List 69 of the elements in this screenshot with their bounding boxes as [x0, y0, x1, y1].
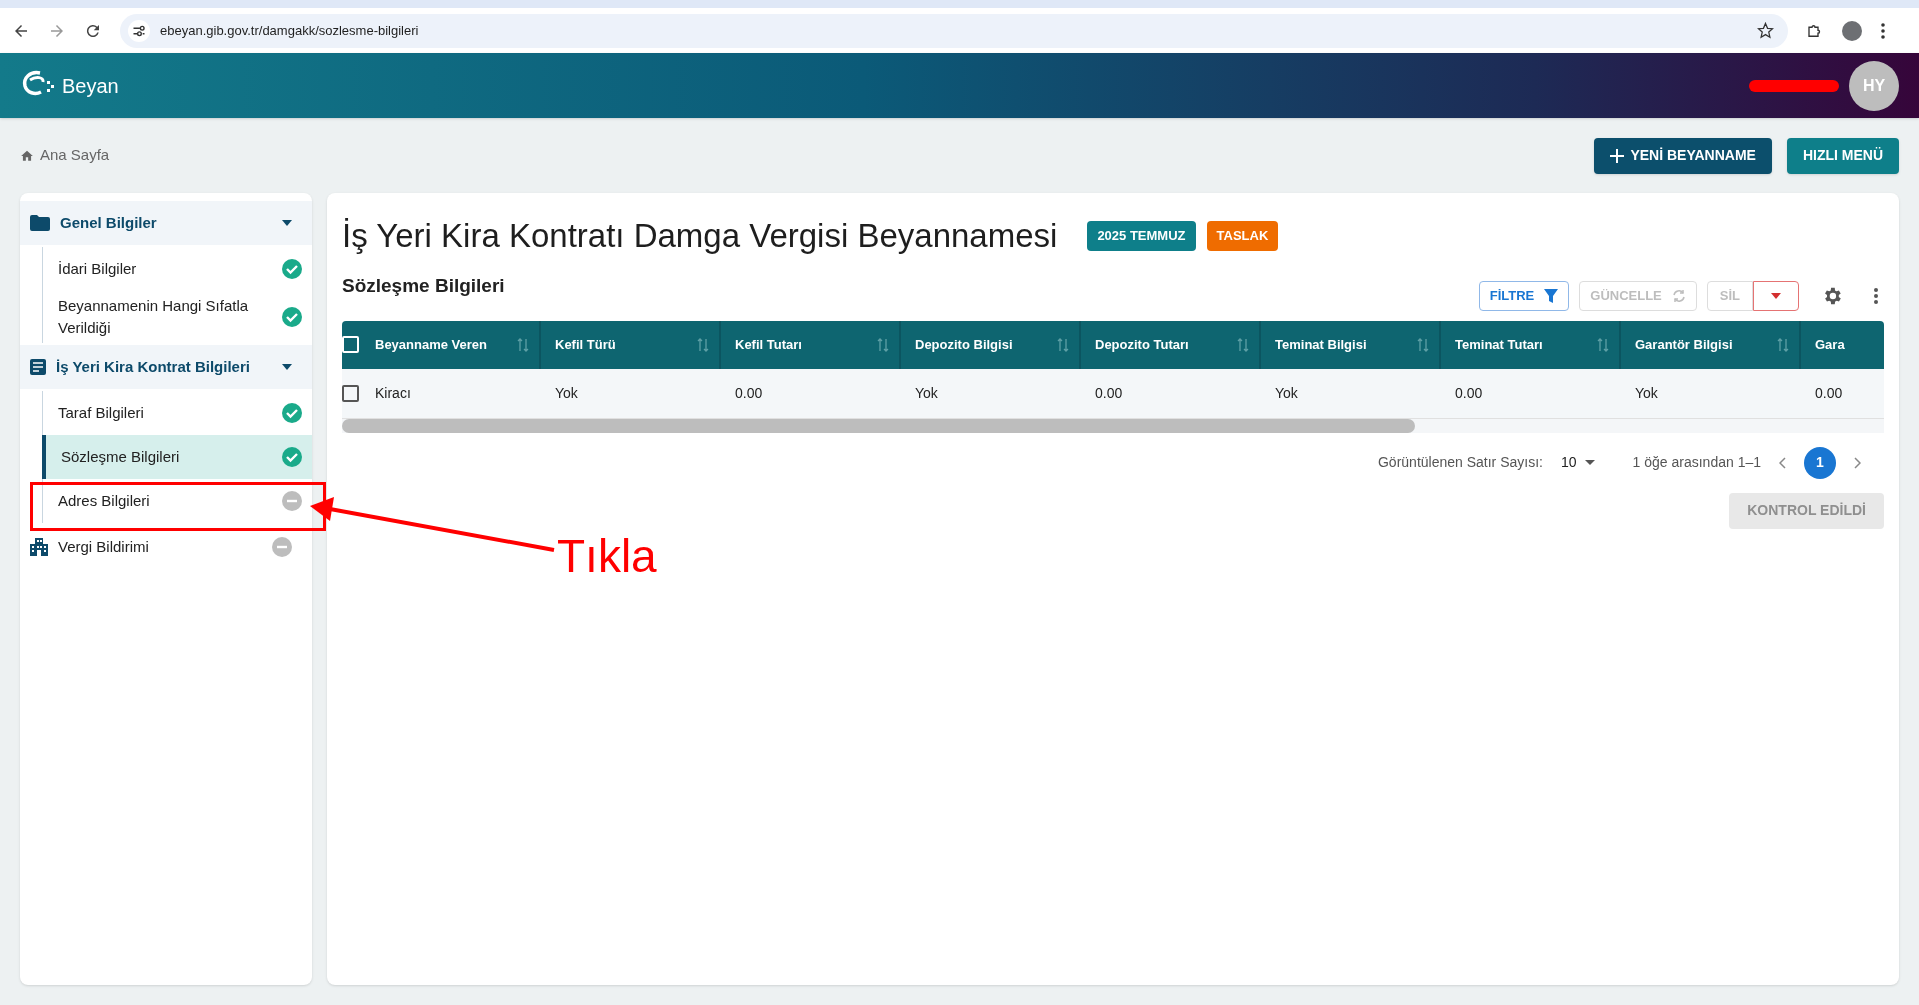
sort-icon[interactable] — [1597, 337, 1609, 352]
url-text: ebeyan.gib.gov.tr/damgakk/sozlesme-bilgileri — [160, 21, 420, 40]
column-header[interactable]: Garantör Bilgisi — [1635, 334, 1777, 355]
sidebar-item[interactable]: Sözleşme Bilgileri — [42, 435, 312, 479]
table-cell: 0.00 — [735, 385, 763, 401]
star-icon[interactable] — [1757, 22, 1774, 39]
row-checkbox[interactable] — [342, 384, 359, 402]
filter-icon — [1544, 288, 1559, 303]
section-title: Sözleşme Bilgileri — [342, 274, 505, 299]
column-header[interactable]: Depozito Tutarı — [1095, 334, 1237, 355]
column-header[interactable]: Beyanname Veren — [375, 334, 517, 355]
sidebar-item[interactable]: Beyannamenin Hangi Sıfatla Verildiği — [43, 291, 312, 343]
column-header[interactable]: Kefil Türü — [555, 334, 697, 355]
select-all-checkbox[interactable] — [342, 336, 359, 353]
previous-page-icon[interactable] — [1779, 456, 1786, 469]
column-header[interactable]: Kefil Tutarı — [735, 334, 877, 355]
sidebar-item[interactable]: İdari Bilgiler — [43, 247, 312, 291]
dropdown-button[interactable] — [1753, 280, 1799, 311]
sort-icon[interactable] — [1777, 337, 1789, 352]
page-button[interactable]: 1 — [1804, 446, 1836, 479]
sidebar-item[interactable]: Taraf Bilgileri — [43, 391, 312, 435]
sort-icon[interactable] — [1417, 337, 1429, 352]
menu-icon[interactable] — [1880, 21, 1886, 40]
address-bar[interactable]: ebeyan.gib.gov.tr/damgakk/sozlesme-bilgileri — [120, 13, 1788, 48]
status-badge: 2025 TEMMUZ — [1087, 220, 1196, 251]
filter-button[interactable]: FİLTRE — [1478, 280, 1570, 311]
table-cell: 0.00 — [1815, 385, 1843, 401]
annotation-text: Tıkla — [557, 529, 657, 584]
table-cell: Kiracı — [375, 385, 411, 401]
status-badge: TASLAK — [1206, 220, 1279, 251]
building-icon — [30, 538, 48, 556]
table-cell: 0.00 — [1455, 385, 1483, 401]
page-size-dropdown[interactable]: 10 — [1560, 452, 1595, 473]
folder-icon — [30, 215, 50, 231]
sidebar-group[interactable]: İş Yeri Kira Kontrat Bilgileri — [20, 345, 312, 389]
site-settings-icon[interactable] — [128, 19, 150, 42]
caret-down-icon — [1584, 460, 1595, 465]
breadcrumb-link[interactable]: Ana Sayfa — [40, 144, 110, 167]
page-range-text: 1 öğe arasından 1–1 — [1632, 453, 1761, 472]
sidebar-group[interactable]: Genel Bilgiler — [20, 201, 312, 245]
sort-icon[interactable] — [697, 337, 709, 352]
sort-icon[interactable] — [517, 337, 529, 352]
table-cell: Yok — [555, 385, 578, 401]
more-icon[interactable] — [1873, 286, 1879, 305]
column-header[interactable]: Teminat Bilgisi — [1275, 334, 1417, 355]
home-icon[interactable] — [20, 148, 34, 163]
quick-menu-button[interactable]: HIZLI MENÜ — [1786, 137, 1899, 174]
table-cell: 0.00 — [1095, 385, 1123, 401]
brand-name: Beyan — [62, 73, 120, 99]
rows-per-page-label: Görüntülenen Satır Sayısı: — [1378, 453, 1543, 472]
column-header[interactable]: Gara — [1815, 334, 1884, 355]
plus-icon — [1610, 148, 1625, 163]
refresh-icon — [1671, 288, 1686, 303]
sidebar-item[interactable]: Adres Bilgileri — [43, 479, 312, 523]
sort-icon[interactable] — [1237, 337, 1249, 352]
column-header[interactable]: Depozito Bilgisi — [915, 334, 1057, 355]
document-icon — [30, 359, 46, 375]
sort-icon[interactable] — [877, 337, 889, 352]
table-cell: Yok — [1635, 385, 1658, 401]
next-page-icon[interactable] — [1854, 456, 1861, 469]
table-cell: Yok — [915, 385, 938, 401]
sidebar-item[interactable]: Vergi Bildirimi — [20, 525, 312, 569]
sort-icon[interactable] — [1057, 337, 1069, 352]
table-cell: Yok — [1275, 385, 1298, 401]
column-header[interactable]: Teminat Tutarı — [1455, 334, 1597, 355]
caret-down-icon — [1771, 292, 1781, 299]
page-title: İş Yeri Kira Kontratı Damga Vergisi Beyannamesi — [342, 216, 1058, 256]
new-declaration-button[interactable]: YENİ BEYANNAME — [1594, 137, 1772, 174]
profile-avatar[interactable] — [1842, 20, 1862, 41]
